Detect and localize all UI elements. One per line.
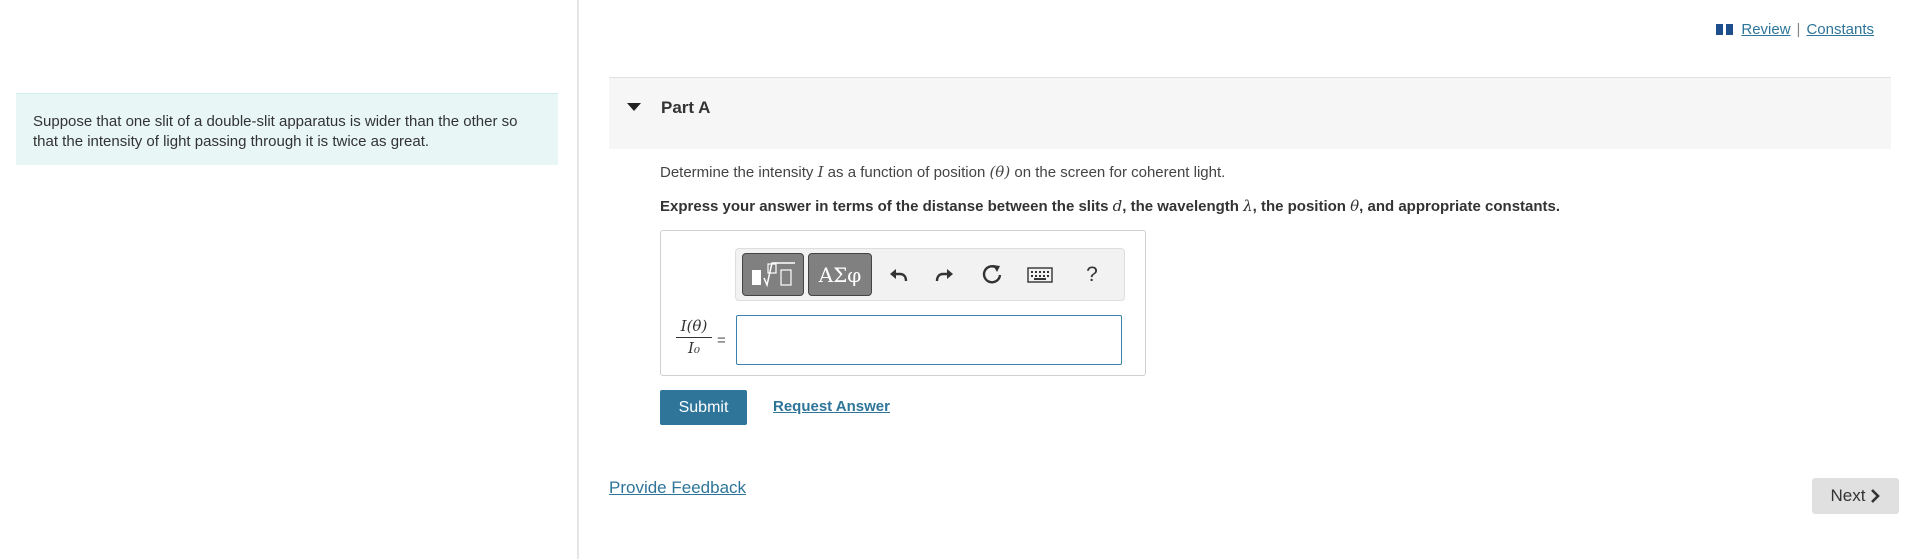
problem-context-text: Suppose that one slit of a double-slit a… xyxy=(33,113,518,150)
answer-box: ΑΣφ ? I(θ) I₀ = xyxy=(660,230,1146,376)
instruction-text-part: , the position xyxy=(1252,198,1351,215)
variable-position: (θ) xyxy=(989,163,1011,181)
next-button-label: Next xyxy=(1830,486,1866,505)
part-header[interactable]: Part A xyxy=(609,77,1891,149)
instruction-text-part: , and appropriate constants. xyxy=(1359,198,1561,215)
provide-feedback-link[interactable]: Provide Feedback xyxy=(609,478,746,498)
keyboard-button[interactable] xyxy=(1024,259,1056,291)
answer-input[interactable] xyxy=(736,315,1122,365)
lhs-denominator: I₀ xyxy=(688,339,700,357)
question-text-part: as a function of position xyxy=(823,164,990,181)
redo-icon xyxy=(935,269,953,282)
lhs-numerator: I(θ) xyxy=(676,317,712,338)
instruction-text-part: , the wavelength xyxy=(1122,198,1244,215)
chevron-right-icon xyxy=(1871,489,1881,503)
submit-button[interactable]: Submit xyxy=(660,390,747,425)
redo-button[interactable] xyxy=(929,259,961,291)
question-text: Determine the intensity I as a function … xyxy=(660,163,1225,181)
templates-icon xyxy=(752,261,795,287)
next-button[interactable]: Next xyxy=(1812,478,1899,514)
undo-button[interactable] xyxy=(882,259,914,291)
caret-down-icon[interactable] xyxy=(627,103,641,111)
instruction-text-part: Express your answer in terms of the dist… xyxy=(660,198,1113,215)
help-icon: ? xyxy=(1086,263,1098,286)
variable-d: d xyxy=(1112,197,1123,215)
review-link[interactable]: Review xyxy=(1741,21,1790,38)
problem-context: Suppose that one slit of a double-slit a… xyxy=(16,93,558,165)
greek-symbols-icon: ΑΣφ xyxy=(818,262,862,287)
reset-button[interactable] xyxy=(976,259,1008,291)
equals-sign: = xyxy=(717,332,726,349)
constants-link[interactable]: Constants xyxy=(1806,21,1874,38)
book-icon xyxy=(1716,24,1734,35)
right-pane: Review | Constants Part A Determine the … xyxy=(579,0,1920,559)
instruction-text: Express your answer in terms of the dist… xyxy=(660,197,1560,215)
part-title: Part A xyxy=(661,98,711,117)
top-links: Review | Constants xyxy=(1716,21,1874,38)
math-toolbar: ΑΣφ ? xyxy=(735,248,1125,301)
question-text-part: Determine the intensity xyxy=(660,164,818,181)
greek-symbols-button[interactable]: ΑΣφ xyxy=(808,253,872,296)
undo-icon xyxy=(890,269,908,282)
request-answer-link[interactable]: Request Answer xyxy=(773,398,890,415)
variable-lambda: λ xyxy=(1243,197,1253,215)
keyboard-icon xyxy=(1027,267,1053,283)
templates-button[interactable] xyxy=(742,253,804,296)
variable-theta: θ xyxy=(1350,197,1360,215)
left-pane: Suppose that one slit of a double-slit a… xyxy=(0,0,577,559)
question-text-part: on the screen for coherent light. xyxy=(1010,164,1226,181)
help-button[interactable]: ? xyxy=(1076,259,1108,291)
answer-lhs-fraction: I(θ) I₀ xyxy=(676,317,712,357)
reset-icon xyxy=(982,265,1002,284)
link-separator: | xyxy=(1796,21,1801,38)
